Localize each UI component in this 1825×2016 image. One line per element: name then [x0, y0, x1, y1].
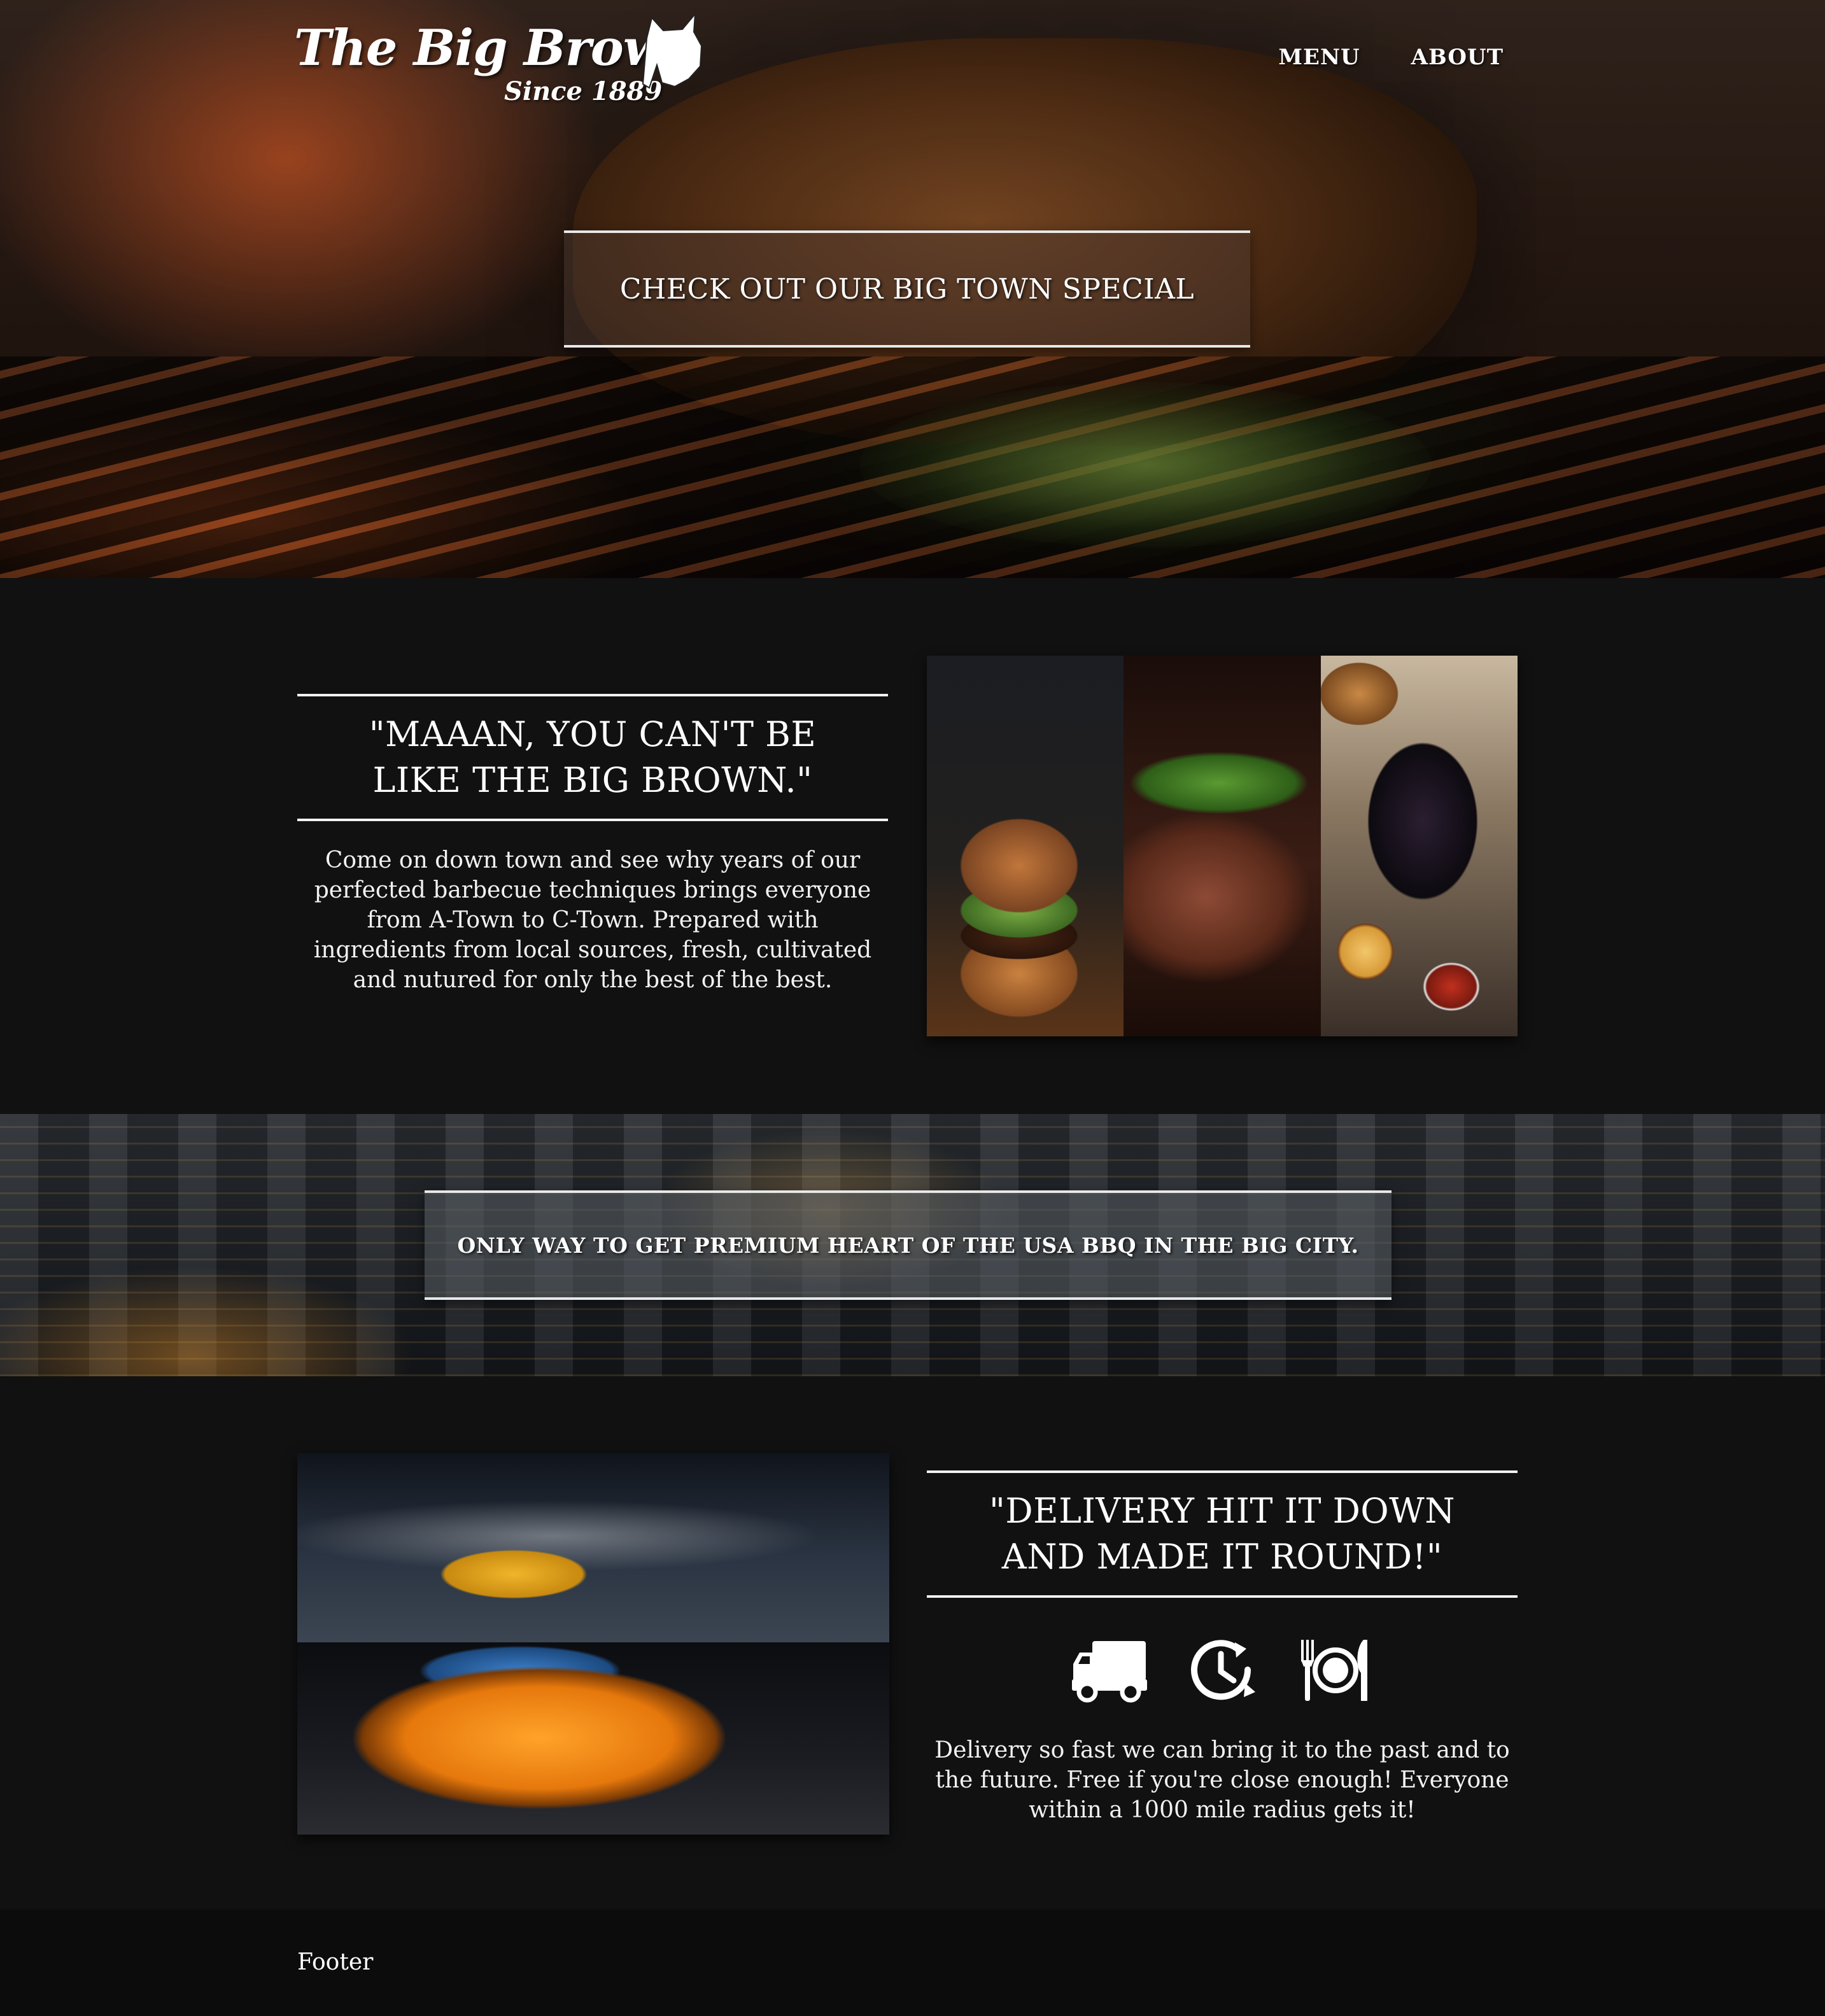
divider [297, 819, 888, 821]
delivery-truck-icon [1072, 1641, 1147, 1703]
delivery-quote-block: "DELIVERY HIT IT DOWN AND MADE IT ROUND!… [927, 1470, 1518, 1848]
plate-cutlery-icon [1301, 1640, 1367, 1701]
hero-section: The Big Brown Since 1889 MENU ABOUT CHEC… [0, 0, 1825, 578]
footer: Footer [0, 1910, 1825, 2016]
taxi-closeup-image [297, 1642, 889, 1835]
hero-special-button[interactable]: CHECK OUT OUR BIG TOWN SPECIAL [564, 230, 1250, 348]
burger-image [927, 656, 1124, 1036]
platter-image [1320, 656, 1518, 1036]
nav-item-menu[interactable]: MENU [1278, 45, 1360, 70]
main-nav: MENU ABOUT [1278, 45, 1504, 70]
brand-logo[interactable]: The Big Brown Since 1889 [294, 13, 708, 115]
intro-quote: "MAAAN, YOU CAN'T BE LIKE THE BIG BROWN.… [369, 714, 817, 800]
footer-text: Footer [297, 1949, 374, 1975]
steak-image [1124, 656, 1321, 1036]
cow-head-icon [642, 13, 703, 89]
clock-history-icon [1191, 1640, 1255, 1700]
delivery-body-text: Delivery so fast we can bring it to the … [934, 1737, 1510, 1823]
city-banner: ONLY WAY TO GET PREMIUM HEART OF THE USA… [0, 1114, 1825, 1376]
taxi-motion-image [297, 1453, 889, 1642]
delivery-icons [927, 1635, 1518, 1705]
divider [927, 1595, 1518, 1598]
nav-item-about[interactable]: ABOUT [1411, 45, 1504, 70]
intro-body-text: Come on down town and see why years of o… [313, 847, 872, 993]
food-collage-image [927, 656, 1518, 1036]
intro-quote-block: "MAAAN, YOU CAN'T BE LIKE THE BIG BROWN.… [297, 694, 888, 995]
city-banner-text: ONLY WAY TO GET PREMIUM HEART OF THE USA… [425, 1190, 1392, 1300]
taxi-collage-image [297, 1453, 889, 1835]
delivery-quote: "DELIVERY HIT IT DOWN AND MADE IT ROUND!… [989, 1491, 1455, 1577]
